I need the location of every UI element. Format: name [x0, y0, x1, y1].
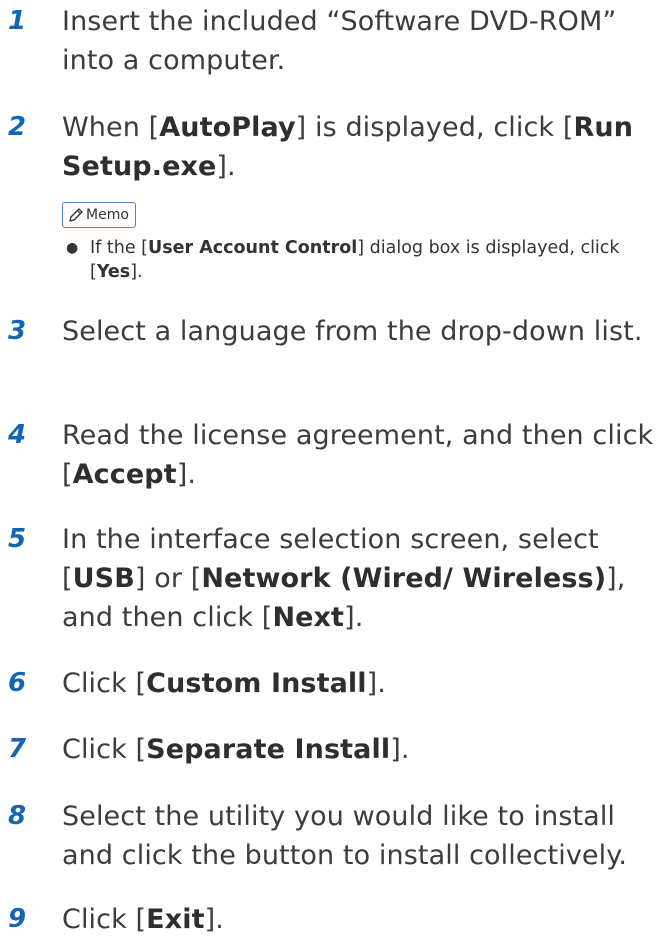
step-number: 9: [8, 904, 27, 934]
step-text: Select a language from the drop-down lis…: [62, 316, 643, 347]
bullet-icon: ●: [66, 240, 79, 256]
step-number: 7: [8, 734, 27, 764]
step-number: 1: [8, 6, 27, 36]
step-number: 4: [8, 420, 27, 450]
step-number: 6: [8, 668, 27, 698]
step-number: 5: [8, 524, 27, 554]
step-text: Read the license agreement, and then cli…: [62, 420, 654, 490]
step-text: When [AutoPlay] is displayed, click [Run…: [62, 112, 634, 182]
step-text: Insert the included “Software DVD-ROM” i…: [62, 6, 617, 76]
step-text: Click [Custom Install].: [62, 668, 386, 699]
memo-box: Memo ● If the [User Account Control] dial…: [62, 202, 662, 284]
step-text: Click [Separate Install].: [62, 734, 410, 765]
memo-badge: Memo: [62, 202, 136, 228]
step-text: In the interface selection screen, selec…: [62, 524, 626, 633]
step-text: Click [Exit].: [62, 904, 224, 935]
memo-list: ● If the [User Account Control] dialog bo…: [62, 236, 662, 284]
step-number: 3: [8, 316, 27, 346]
pencil-icon: [69, 208, 83, 222]
step-text: Select the utility you would like to ins…: [62, 801, 628, 871]
memo-item: ● If the [User Account Control] dialog bo…: [66, 238, 620, 282]
memo-label: Memo: [86, 207, 129, 223]
step-number: 8: [8, 801, 27, 831]
step-number: 2: [8, 112, 27, 142]
